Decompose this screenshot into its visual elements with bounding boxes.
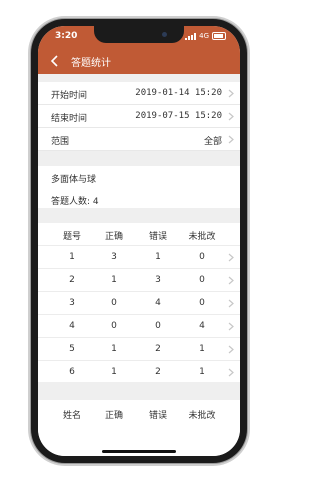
table-row[interactable]: 4 0 0 4 <box>38 315 240 338</box>
camera-icon <box>162 32 167 37</box>
table-row[interactable]: 5 1 2 1 <box>38 338 240 361</box>
header-wrong: 错误 <box>148 411 167 421</box>
chevron-right-icon <box>228 112 234 121</box>
battery-icon <box>212 32 226 40</box>
chevron-right-icon <box>228 299 234 308</box>
cell-ungraded: 1 <box>199 367 205 377</box>
start-time-label: 开始时间 <box>51 91 88 101</box>
header-correct: 正确 <box>104 232 123 242</box>
home-indicator <box>102 450 176 453</box>
cell-wrong: 2 <box>155 367 161 377</box>
end-time-label: 结束时间 <box>51 114 88 124</box>
answer-count: 答题人数: 4 <box>51 197 99 207</box>
chevron-right-icon <box>228 276 234 285</box>
cell-correct: 1 <box>111 367 117 377</box>
cell-wrong: 3 <box>155 275 161 285</box>
cell-wrong: 4 <box>155 298 161 308</box>
cell-correct: 1 <box>111 344 117 354</box>
cell-question-no: 1 <box>69 252 75 262</box>
scope-value: 全部 <box>203 137 222 147</box>
cell-wrong: 2 <box>155 344 161 354</box>
network-label: 4G <box>199 32 209 40</box>
header-name: 姓名 <box>62 411 81 421</box>
chevron-right-icon <box>228 345 234 354</box>
table-row[interactable]: 6 1 2 1 <box>38 361 240 384</box>
question-title: 多面体与球 <box>51 175 97 185</box>
status-indicators: 4G <box>185 32 226 40</box>
cell-ungraded: 1 <box>199 344 205 354</box>
cell-wrong: 0 <box>155 321 161 331</box>
content: 开始时间 2019-01-14 15:20 结束时间 2019-07-15 15… <box>38 74 240 456</box>
cell-correct: 3 <box>111 252 117 262</box>
phone-frame: 3:20 4G 答题统计 开始时间 2019-01-14 15:20 结束时间 … <box>31 19 247 463</box>
cell-question-no: 5 <box>69 344 75 354</box>
cell-question-no: 4 <box>69 321 75 331</box>
cell-ungraded: 0 <box>199 252 205 262</box>
table-header: 题号 正确 错误 未批改 <box>38 223 240 246</box>
cell-ungraded: 0 <box>199 298 205 308</box>
header-ungraded: 未批改 <box>188 232 216 242</box>
nav-bar: 答题统计 <box>38 48 240 74</box>
cell-correct: 0 <box>111 298 117 308</box>
scope-label: 范围 <box>51 137 70 147</box>
screen: 3:20 4G 答题统计 开始时间 2019-01-14 15:20 结束时间 … <box>38 26 240 456</box>
chevron-right-icon <box>228 253 234 262</box>
question-info: 多面体与球 答题人数: 4 <box>38 166 240 208</box>
start-time-row[interactable]: 开始时间 2019-01-14 15:20 <box>38 82 240 105</box>
notch <box>94 26 184 43</box>
signal-icon <box>185 32 197 40</box>
scope-row[interactable]: 范围 全部 <box>38 128 240 151</box>
table-row[interactable]: 2 1 3 0 <box>38 269 240 292</box>
header-question-no: 题号 <box>62 232 81 242</box>
table-row[interactable]: 3 0 4 0 <box>38 292 240 315</box>
student-table: 姓名 正确 错误 未批改 <box>38 400 240 456</box>
cell-question-no: 6 <box>69 367 75 377</box>
table-row[interactable]: 1 3 1 0 <box>38 246 240 269</box>
start-time-value: 2019-01-14 15:20 <box>135 88 222 98</box>
header-correct: 正确 <box>104 411 123 421</box>
cell-question-no: 2 <box>69 275 75 285</box>
cell-ungraded: 0 <box>199 275 205 285</box>
cell-question-no: 3 <box>69 298 75 308</box>
cell-ungraded: 4 <box>199 321 205 331</box>
chevron-right-icon <box>228 135 234 144</box>
header-ungraded: 未批改 <box>188 411 216 421</box>
cell-correct: 1 <box>111 275 117 285</box>
back-arrow-icon[interactable] <box>48 54 62 68</box>
table-header: 姓名 正确 错误 未批改 <box>38 402 240 425</box>
status-time: 3:20 <box>55 31 78 41</box>
chevron-right-icon <box>228 89 234 98</box>
cell-correct: 0 <box>111 321 117 331</box>
page-title: 答题统计 <box>71 58 111 69</box>
end-time-value: 2019-07-15 15:20 <box>135 111 222 121</box>
cell-wrong: 1 <box>155 252 161 262</box>
header-wrong: 错误 <box>148 232 167 242</box>
chevron-right-icon <box>228 368 234 377</box>
stats-table: 题号 正确 错误 未批改 1 3 1 0 2 1 3 0 3 0 4 0 4 0… <box>38 223 240 384</box>
end-time-row[interactable]: 结束时间 2019-07-15 15:20 <box>38 105 240 128</box>
chevron-right-icon <box>228 322 234 331</box>
